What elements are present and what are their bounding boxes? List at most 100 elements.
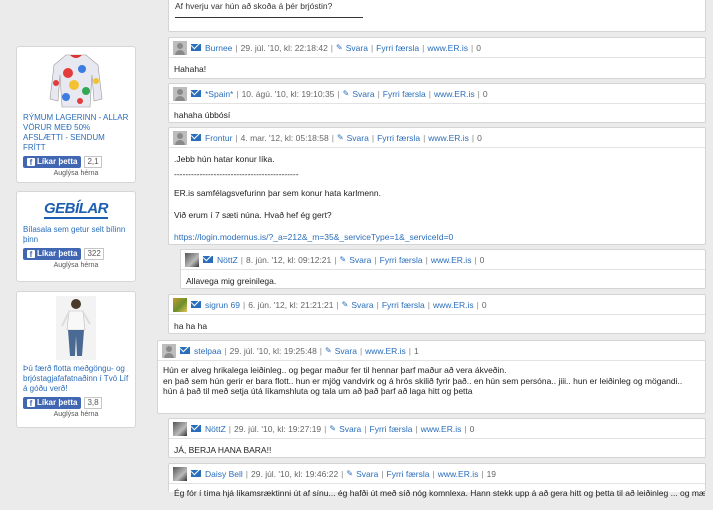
- user-avatar-icon[interactable]: [173, 86, 187, 101]
- site-link[interactable]: www.ER.is: [438, 469, 479, 479]
- ad-text[interactable]: RÝMUM LAGERINN - ALLAR VÖRUR MEÐ 50% AFS…: [23, 113, 129, 153]
- previous-post-link[interactable]: Fyrri færsla: [370, 424, 413, 434]
- comment-author-link[interactable]: NöttZ: [217, 255, 238, 265]
- comment-author-link[interactable]: sigrun 69: [205, 300, 240, 310]
- reply-count: 0: [481, 299, 487, 310]
- comment-date: 10. ágú. '10, kl: 19:10:35: [241, 88, 335, 99]
- user-avatar-icon[interactable]: [185, 252, 199, 267]
- user-avatar-icon[interactable]: [162, 343, 176, 358]
- comment-author-link[interactable]: Frontur: [205, 133, 232, 143]
- ad-card-maternity[interactable]: Þú færð flotta meðgöngu- og brjóstagjafa…: [16, 291, 136, 428]
- pencil-icon[interactable]: ✎: [339, 255, 346, 264]
- pencil-icon[interactable]: ✎: [343, 89, 350, 98]
- mail-icon[interactable]: [191, 301, 201, 308]
- mail-icon[interactable]: [191, 134, 201, 141]
- site-link[interactable]: www.ER.is: [428, 133, 469, 143]
- pencil-icon[interactable]: ✎: [329, 424, 336, 433]
- ad-card-jacket[interactable]: RÝMUM LAGERINN - ALLAR VÖRUR MEÐ 50% AFS…: [16, 46, 136, 183]
- site-link[interactable]: www.ER.is: [434, 89, 475, 99]
- previous-post-link[interactable]: Fyrri færsla: [382, 300, 425, 310]
- ad-like-row: f Líkar þetta 3,8: [23, 397, 129, 409]
- signature-link[interactable]: https://login.modernus.is/?_a=212&_m=35&…: [174, 232, 700, 243]
- reply-link[interactable]: Svara: [339, 424, 361, 434]
- mail-icon[interactable]: [191, 425, 201, 432]
- pencil-icon[interactable]: ✎: [342, 300, 349, 309]
- comment-text: hún á það til með setja útá líkamshluta …: [163, 386, 473, 396]
- signature-divider-text: ----------------------------------------…: [174, 169, 299, 179]
- user-avatar-icon[interactable]: [173, 40, 187, 55]
- site-link[interactable]: www.ER.is: [365, 346, 406, 356]
- reply-link[interactable]: Svara: [335, 346, 357, 356]
- comment-body: ha ha ha: [169, 315, 705, 343]
- reply-count: 0: [479, 254, 485, 265]
- ad-footer-link[interactable]: Auglýsa hérna: [23, 170, 129, 177]
- comment-body: .Jebb hún hatar konur líka. ------------…: [169, 148, 705, 247]
- previous-post-link[interactable]: Fyrri færsla: [377, 133, 420, 143]
- comment-header: Burnee | 29. júl. '10, kl: 22:18:42 | ✎ S…: [169, 38, 705, 58]
- comment-header: NöttZ | 8. jún. '12, kl: 09:12:21 | ✎ Sva…: [181, 250, 705, 270]
- reply-count: 0: [482, 88, 488, 99]
- reply-link[interactable]: Svara: [347, 133, 369, 143]
- previous-post-link[interactable]: Fyrri færsla: [383, 89, 426, 99]
- site-link[interactable]: www.ER.is: [427, 43, 468, 53]
- comment-header: sigrun 69 | 6. jún. '12, kl: 21:21:21 | …: [169, 295, 705, 315]
- mail-icon[interactable]: [191, 90, 201, 97]
- reply-link[interactable]: Svara: [351, 300, 373, 310]
- ad-image-model[interactable]: [56, 296, 96, 360]
- comment-text: Allavega mig greinilega.: [186, 276, 277, 286]
- comment-text: Hahaha!: [174, 64, 207, 74]
- mail-icon[interactable]: [191, 470, 201, 477]
- facebook-icon: f: [27, 158, 35, 167]
- like-label: Líkar þetta: [37, 398, 78, 407]
- comment: sigrun 69 | 6. jún. '12, kl: 21:21:21 | …: [168, 294, 706, 334]
- comment-author-link[interactable]: Daisy Bell: [205, 469, 243, 479]
- reply-link[interactable]: Svara: [352, 89, 374, 99]
- mail-icon[interactable]: [191, 44, 201, 51]
- pencil-icon[interactable]: ✎: [325, 346, 332, 355]
- ad-footer-link[interactable]: Auglýsa hérna: [23, 411, 129, 418]
- ad-footer-link[interactable]: Auglýsa hérna: [23, 262, 129, 269]
- facebook-like-button[interactable]: f Líkar þetta: [23, 248, 82, 260]
- like-label: Líkar þetta: [37, 157, 78, 166]
- comment-text: en það sem hún gerir er bara flott.. hun…: [163, 376, 683, 386]
- signature-text: ER.is samfélagsvefurinn þar sem konur ha…: [174, 188, 381, 198]
- reply-link[interactable]: Svara: [349, 255, 371, 265]
- mail-icon[interactable]: [203, 256, 213, 263]
- previous-post-link[interactable]: Fyrri færsla: [387, 469, 430, 479]
- comment-author-link[interactable]: stelpaa: [194, 346, 221, 356]
- site-link[interactable]: www.ER.is: [431, 255, 472, 265]
- comment-text: ha ha ha: [174, 321, 208, 331]
- reply-count: 0: [469, 423, 475, 434]
- comment-author-link[interactable]: NöttZ: [205, 424, 226, 434]
- comment-date: 8. jún. '12, kl: 09:12:21: [246, 254, 332, 265]
- facebook-like-button[interactable]: f Líkar þetta: [23, 156, 82, 168]
- pencil-icon[interactable]: ✎: [337, 133, 344, 142]
- mail-icon[interactable]: [180, 347, 190, 354]
- ad-image-jacket[interactable]: [46, 51, 106, 109]
- previous-post-link[interactable]: Fyrri færsla: [380, 255, 423, 265]
- ad-text[interactable]: Bílasala sem getur selt bílinn þinn: [23, 225, 129, 245]
- comment-date: 29. júl. '10, kl: 19:46:22: [251, 468, 339, 479]
- previous-post-link[interactable]: Fyrri færsla: [376, 43, 419, 53]
- ad-card-gebilar[interactable]: GEBÍLAR Bílasala sem getur selt bílinn þ…: [16, 191, 136, 282]
- facebook-like-button[interactable]: f Líkar þetta: [23, 397, 82, 409]
- ad-text[interactable]: Þú færð flotta meðgöngu- og brjóstagjafa…: [23, 364, 129, 394]
- site-link[interactable]: www.ER.is: [421, 424, 462, 434]
- pencil-icon[interactable]: ✎: [346, 469, 353, 478]
- user-avatar-icon[interactable]: [173, 466, 187, 481]
- comment-date: 4. mar. '12, kl: 05:18:58: [240, 132, 329, 143]
- user-avatar-icon[interactable]: [173, 421, 187, 436]
- site-link[interactable]: www.ER.is: [433, 300, 474, 310]
- comment-author-link[interactable]: *Spain*: [205, 89, 233, 99]
- user-avatar-icon[interactable]: [173, 297, 187, 312]
- comment-author-link[interactable]: Burnee: [205, 43, 232, 53]
- pencil-icon[interactable]: ✎: [336, 43, 343, 52]
- gebilar-logo[interactable]: GEBÍLAR: [23, 196, 129, 222]
- comment-header: Daisy Bell | 29. júl. '10, kl: 19:46:22 …: [169, 464, 705, 484]
- comment-body: Ég fór í tíma hjá líkamsræktinni út af s…: [169, 484, 705, 510]
- user-avatar-icon[interactable]: [173, 130, 187, 145]
- reply-link[interactable]: Svara: [346, 43, 368, 53]
- reply-link[interactable]: Svara: [356, 469, 378, 479]
- reply-count: 0: [477, 132, 482, 143]
- ad-like-row: f Líkar þetta 322: [23, 248, 129, 260]
